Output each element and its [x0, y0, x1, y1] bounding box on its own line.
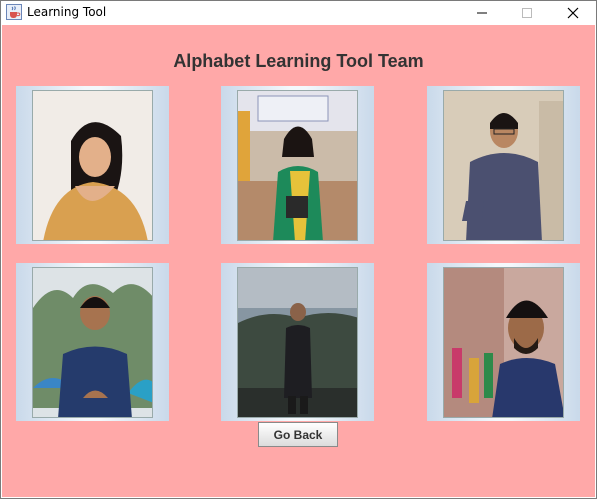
photo-card-4: [16, 263, 169, 421]
app-window: Learning Tool Alphabet Learning Tool Tea…: [0, 0, 597, 499]
title-bar[interactable]: Learning Tool: [1, 1, 596, 24]
page-title: Alphabet Learning Tool Team: [173, 51, 424, 71]
team-photo-1: [32, 90, 153, 241]
maximize-icon: [522, 7, 532, 18]
photo-card-3: [427, 86, 580, 244]
team-photo-2: [237, 90, 358, 241]
photo-card-1: [16, 86, 169, 244]
team-photo-6: [443, 267, 564, 418]
go-back-button[interactable]: Go Back: [258, 422, 338, 447]
team-photo-4: [32, 267, 153, 418]
minimize-button[interactable]: [459, 1, 505, 24]
photo-card-2: [221, 86, 374, 244]
minimize-icon: [477, 12, 487, 13]
team-panel: Alphabet Learning Tool Team Go Back: [2, 25, 595, 497]
team-photo-3: [443, 90, 564, 241]
photo-card-5: [221, 263, 374, 421]
team-photo-5: [237, 267, 358, 418]
maximize-button[interactable]: [504, 1, 550, 24]
close-icon: [567, 7, 579, 18]
close-button[interactable]: [550, 1, 596, 24]
window-title: Learning Tool: [27, 5, 107, 19]
photo-card-6: [427, 263, 580, 421]
java-cup-icon: [6, 4, 22, 20]
